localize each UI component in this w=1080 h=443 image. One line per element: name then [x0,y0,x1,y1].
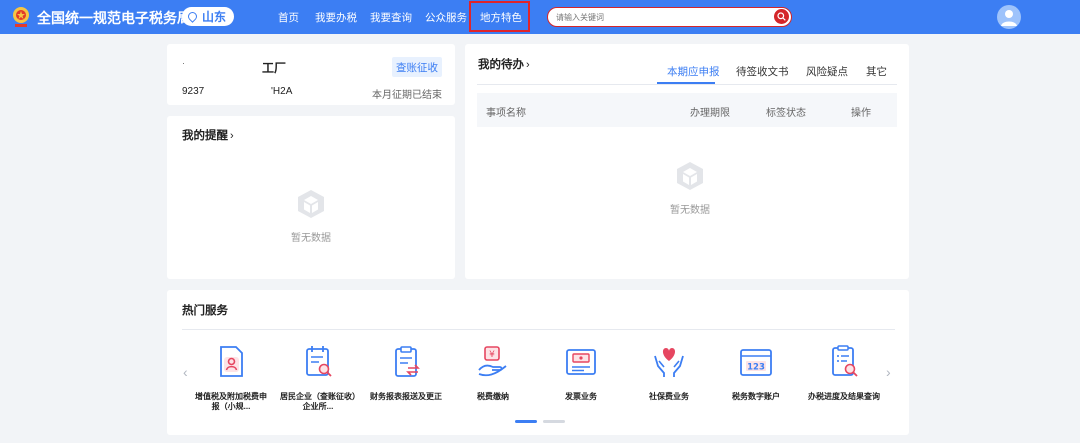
col-actions: 操作 [851,108,871,119]
account-123-icon: 123 [740,349,772,376]
invoice-icon [566,349,596,375]
todo-title[interactable]: 我的待办 › [478,56,530,72]
tax-emblem-icon [13,7,29,27]
service-tax-payment[interactable]: ¥ 税费缴纳 [455,344,531,402]
nav-public-service[interactable]: 公众服务 [425,10,467,25]
service-label: 增值税及附加税费申报（小规... [195,392,267,411]
col-deadline: 办理期限 [690,108,730,119]
service-enterprise-income-tax[interactable]: 居民企业（查账征收）企业所... [280,344,356,412]
svg-text:123: 123 [747,363,765,373]
tab-risk-doubts[interactable]: 风险疑点 [806,64,848,79]
hot-services-title: 热门服务 [182,305,228,317]
hands-heart-icon [654,348,684,377]
service-label: 发票业务 [565,392,597,401]
service-invoice[interactable]: 发票业务 [543,344,619,402]
search-button[interactable] [774,9,789,24]
reminders-empty: 暂无数据 [271,188,351,244]
todo-title-text: 我的待办 [478,59,524,71]
tax-id-part-a: 9237 [182,86,205,97]
nav-handle-tax[interactable]: 我要办税 [315,10,357,25]
reminders-title-text: 我的提醒 [182,130,228,142]
empty-text: 暂无数据 [291,233,331,244]
reminders-card: 我的提醒 › 暂无数据 [167,116,455,279]
search-box[interactable] [547,7,792,27]
user-avatar[interactable] [997,5,1021,29]
carousel-dot[interactable] [543,420,565,423]
clipboard-transfer-icon [395,346,420,377]
nav-query[interactable]: 我要查询 [370,10,412,25]
service-label: 税务数字账户 [732,392,780,401]
nav-highlight-box [469,1,530,32]
todo-table-header: 事项名称 办理期限 标签状态 操作 [477,93,897,127]
service-label: 税费缴纳 [477,392,509,401]
tab-current-declaration[interactable]: 本期应申报 [667,64,720,79]
svg-text:¥: ¥ [489,350,495,360]
list-search-icon [832,345,858,377]
col-tag-status: 标签状态 [766,108,806,119]
user-icon [1001,10,1017,26]
ledger-collection-button[interactable]: 查账征收 [392,57,442,77]
location-pin-icon [186,10,199,23]
search-input[interactable] [556,10,766,24]
chevron-right-icon: › [230,130,234,142]
carousel-dot-active[interactable] [515,420,537,423]
tab-pending-documents[interactable]: 待签收文书 [736,64,789,79]
company-name: 工厂 [262,61,287,75]
region-selector[interactable]: 山东 [182,7,234,26]
service-social-insurance[interactable]: 社保费业务 [631,344,707,402]
service-financial-statements[interactable]: 财务报表报送及更正 [368,344,444,402]
service-label: 财务报表报送及更正 [370,392,442,401]
empty-box-icon [677,162,703,190]
period-status: 本月征期已结束 [372,90,442,101]
nav-home[interactable]: 首页 [278,10,299,25]
service-label: 社保费业务 [649,392,689,401]
hot-services-divider [182,329,895,330]
service-vat-declaration[interactable]: 增值税及附加税费申报（小规... [193,344,269,412]
active-tab-indicator [657,82,715,84]
empty-box-icon [298,190,324,218]
tab-divider [477,84,897,85]
hot-services-card [167,290,909,435]
carousel-prev-button[interactable]: ‹ [183,364,188,380]
person-doc-icon [220,346,243,377]
todo-empty: 暂无数据 [650,160,730,216]
service-label: 居民企业（查账征收）企业所... [280,392,356,411]
service-digital-account[interactable]: 123 税务数字账户 [718,344,794,402]
tax-id-part-b: 'H2A [271,86,293,97]
site-title[interactable]: 全国统一规范电子税务局 [37,8,191,28]
empty-text: 暂无数据 [670,205,710,216]
company-name-prefix: · [182,58,185,68]
tab-other[interactable]: 其它 [866,64,887,79]
company-card: · 工厂 查账征收 9237 'H2A 本月征期已结束 [167,44,455,105]
chevron-right-icon: › [526,59,530,71]
service-label: 办税进度及结果查询 [808,392,880,401]
service-progress-query[interactable]: 办税进度及结果查询 [806,344,882,402]
reminders-title[interactable]: 我的提醒 › [182,127,234,143]
hand-yuan-icon: ¥ [478,346,507,377]
col-item-name: 事项名称 [486,108,526,119]
search-icon [777,12,786,21]
carousel-next-button[interactable]: › [886,364,891,380]
calendar-search-icon [306,346,332,377]
region-label: 山东 [202,10,227,24]
